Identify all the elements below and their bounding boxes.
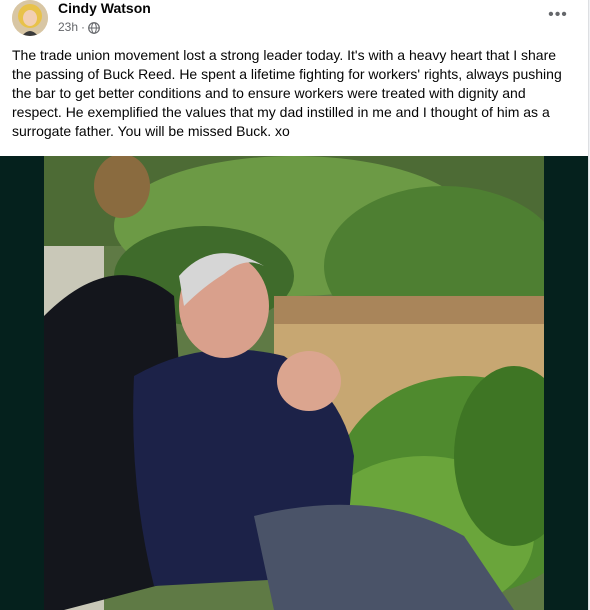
more-options-icon[interactable]: ••• <box>544 4 572 26</box>
post-meta: 23h · <box>58 20 100 35</box>
post-card: Cindy Watson 23h · ••• The trade union m… <box>0 0 589 610</box>
post-text: The trade union movement lost a strong l… <box>12 47 562 139</box>
timestamp[interactable]: 23h <box>58 20 78 35</box>
author-name[interactable]: Cindy Watson <box>58 0 151 17</box>
post-photo[interactable] <box>44 156 544 610</box>
post-header: Cindy Watson 23h · ••• <box>0 0 588 40</box>
meta-separator: · <box>81 20 86 34</box>
avatar-image <box>12 0 48 36</box>
post-media[interactable] <box>0 156 588 610</box>
globe-icon[interactable] <box>88 21 100 34</box>
author-avatar[interactable] <box>12 0 48 36</box>
